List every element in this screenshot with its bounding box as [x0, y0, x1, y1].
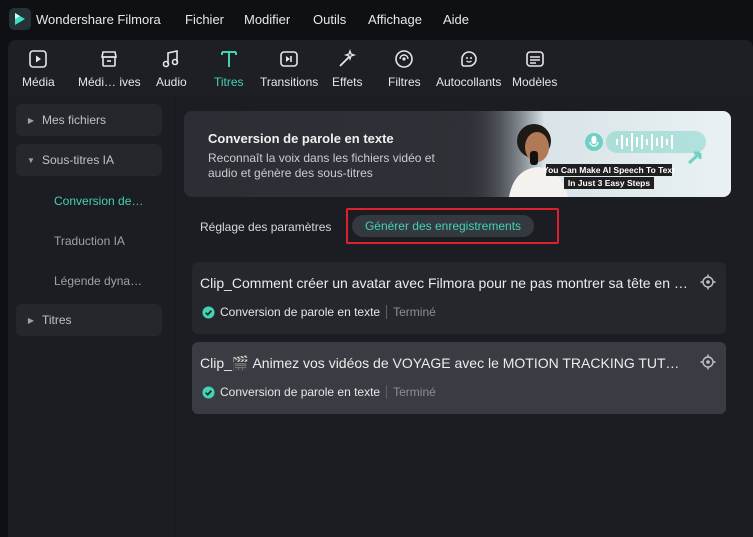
record-status: Conversion de parole en texte Terminé — [202, 385, 436, 399]
divider — [386, 385, 388, 399]
title-bar: Wondershare Filmora Fichier Modifier Out… — [0, 0, 753, 40]
record-card[interactable]: Clip_Comment créer un avatar avec Filmor… — [192, 262, 726, 334]
record-card[interactable]: Clip_🎬 Animez vos vidéos de VOYAGE avec … — [192, 342, 726, 414]
chevron-right-icon: ▶ — [27, 115, 35, 125]
record-type: Conversion de parole en texte — [220, 385, 381, 399]
stickers-icon — [458, 48, 480, 70]
tool-media[interactable]: Média — [22, 40, 55, 96]
tool-effects[interactable]: Effets — [332, 40, 362, 96]
tool-titles[interactable]: Titres — [214, 40, 244, 96]
effects-icon — [336, 48, 358, 70]
sidebar: ▶ Mes fichiers ▼ Sous-titres IA Conversi… — [8, 96, 174, 537]
stock-media-icon — [98, 48, 120, 70]
sidebar-subitem-ai-translation[interactable]: Traduction IA — [54, 234, 125, 248]
tool-audio[interactable]: Audio — [156, 40, 187, 96]
transitions-icon — [278, 48, 300, 70]
menu-affichage[interactable]: Affichage — [368, 12, 422, 27]
record-tabs: Réglage des paramètres Générer des enreg… — [184, 207, 731, 247]
divider — [386, 305, 388, 319]
speech-to-text-banner[interactable]: Conversion de parole en texte Reconnaît … — [184, 111, 731, 197]
record-status: Conversion de parole en texte Terminé — [202, 305, 436, 319]
menu-fichier[interactable]: Fichier — [185, 12, 224, 27]
filters-icon — [393, 48, 415, 70]
tool-stickers[interactable]: Autocollants — [436, 40, 501, 96]
menu-aide[interactable]: Aide — [443, 12, 469, 27]
toolbar: Média Médi… ives Audio Titres Transition… — [8, 40, 753, 96]
banner-illustration: You Can Make AI Speech To Text In Just 3… — [464, 111, 731, 197]
media-icon — [27, 48, 49, 70]
record-state: Terminé — [393, 305, 436, 319]
chevron-right-icon: ▶ — [27, 315, 35, 325]
locate-icon[interactable] — [700, 354, 716, 370]
sidebar-item-titles[interactable]: ▶ Titres — [16, 304, 162, 336]
tool-stock-media[interactable]: Médi… ives — [78, 40, 141, 96]
record-title: Clip_Comment créer un avatar avec Filmor… — [200, 275, 690, 291]
record-title: Clip_🎬 Animez vos vidéos de VOYAGE avec … — [200, 355, 690, 371]
tab-parameter-settings[interactable]: Réglage des paramètres — [200, 220, 331, 234]
sidebar-item-ai-subtitles[interactable]: ▼ Sous-titres IA — [16, 144, 162, 176]
check-circle-icon — [202, 305, 215, 319]
promo-line-2: In Just 3 Easy Steps — [568, 178, 650, 188]
titles-icon — [218, 48, 240, 70]
app-name: Wondershare Filmora — [36, 12, 161, 27]
check-circle-icon — [202, 385, 215, 399]
record-type: Conversion de parole en texte — [220, 305, 381, 319]
audio-icon — [160, 48, 182, 70]
menu-outils[interactable]: Outils — [313, 12, 346, 27]
tool-templates[interactable]: Modèles — [512, 40, 557, 96]
record-state: Terminé — [393, 385, 436, 399]
filmora-logo-icon — [9, 8, 31, 30]
banner-description: Reconnaît la voix dans les fichiers vidé… — [208, 151, 435, 180]
banner-title: Conversion de parole en texte — [208, 131, 394, 146]
locate-icon[interactable] — [700, 274, 716, 290]
templates-icon — [524, 48, 546, 70]
sidebar-subitem-speech-to-text[interactable]: Conversion de… — [54, 194, 143, 208]
menu-modifier[interactable]: Modifier — [244, 12, 290, 27]
chevron-down-icon: ▼ — [27, 155, 35, 165]
promo-line-1: You Can Make AI Speech To Text — [543, 165, 675, 175]
tool-transitions[interactable]: Transitions — [260, 40, 318, 96]
sidebar-subitem-dynamic-caption[interactable]: Légende dyna… — [54, 274, 142, 288]
tab-generate-records[interactable]: Générer des enregistrements — [352, 215, 534, 237]
tool-filters[interactable]: Filtres — [388, 40, 421, 96]
sidebar-item-my-files[interactable]: ▶ Mes fichiers — [16, 104, 162, 136]
